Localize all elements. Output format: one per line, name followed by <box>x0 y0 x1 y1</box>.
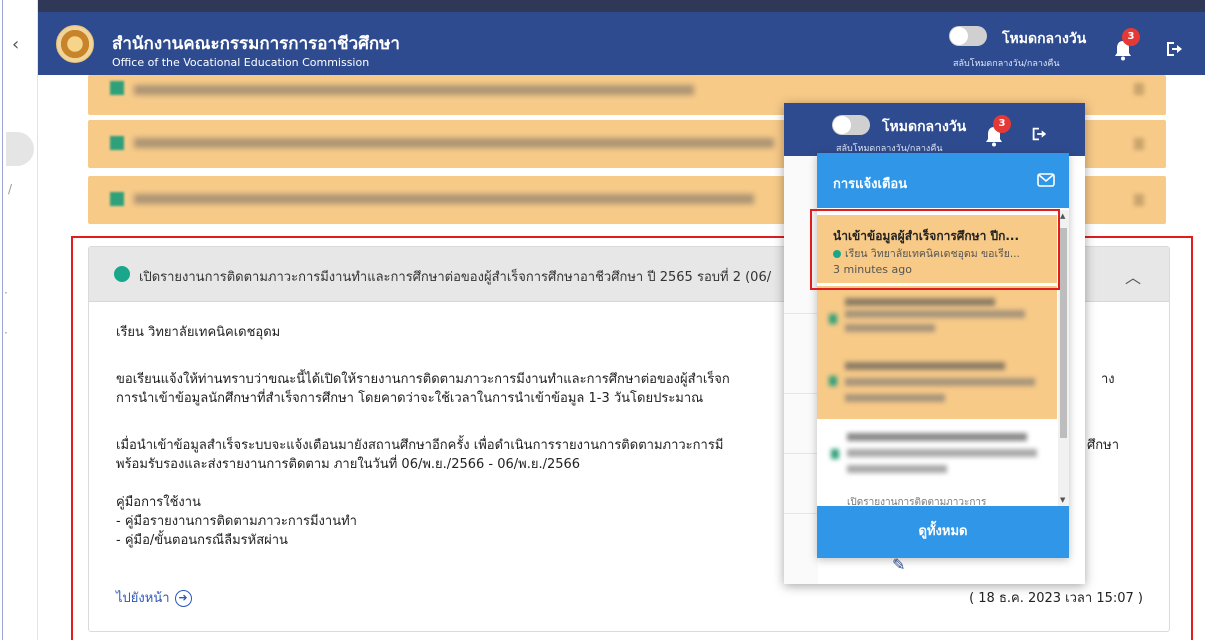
notification-header: การแจ้งเตือน <box>817 153 1069 208</box>
blurred-text <box>845 394 945 402</box>
greeting: เรียน วิทยาลัยเทคนิคเดชอุดม <box>116 325 281 340</box>
blurred-end <box>1134 83 1144 95</box>
mode-sub-label: สลับโหมดกลางวัน/กลางคืน <box>953 59 1060 69</box>
scroll-down-icon[interactable]: ▼ <box>1060 496 1065 504</box>
mode-label: โหมดกลางวัน <box>1002 31 1087 47</box>
notif-badge: 3 <box>993 115 1011 133</box>
paragraph-1-line-2: การนำเข้าข้อมูลนักศึกษาที่สำเร็จการศึกษา… <box>116 391 704 406</box>
status-dot <box>110 81 124 95</box>
notification-item[interactable] <box>817 423 1057 493</box>
post-date: ( 18 ธ.ค. 2023 เวลา 15:07 ) <box>969 591 1143 606</box>
status-dot <box>829 314 837 324</box>
rail-toggle[interactable] <box>6 132 34 166</box>
toggle-knob <box>833 116 851 134</box>
divider <box>784 513 818 514</box>
blurred-end <box>1134 138 1144 150</box>
status-dot <box>110 192 124 206</box>
blurred-text <box>845 310 1025 318</box>
app-header: สำนักงานคณะกรรมการการอาชีวศึกษา Office o… <box>38 12 1205 75</box>
blurred-text <box>847 465 947 473</box>
blurred-text <box>845 362 1005 370</box>
chevron-left-icon[interactable]: ‹ <box>12 34 19 55</box>
popup-header: โหมดกลางวัน สลับโหมดกลางวัน/กลางคืน 3 <box>784 103 1085 156</box>
status-dot <box>829 376 837 386</box>
blurred-text <box>847 433 1027 441</box>
paragraph-1-line-1: ขอเรียนแจ้งให้ท่านทราบว่าขณะนี้ได้เปิดให… <box>116 372 730 387</box>
notification-item[interactable] <box>817 286 1057 419</box>
mail-icon[interactable] <box>1037 172 1055 188</box>
top-strip <box>0 0 1205 12</box>
partial-notification-text: เปิดรายงานการติดตามภาวะการ <box>847 497 987 505</box>
divider <box>784 313 818 314</box>
rail-mark: / <box>8 182 13 196</box>
rail-mark: · <box>4 286 8 300</box>
divider <box>784 393 818 394</box>
go-to-page-link[interactable]: ไปยังหน้า ➜ <box>116 587 192 608</box>
arrow-circle-right-icon: ➜ <box>174 590 192 607</box>
blurred-text <box>845 378 1035 386</box>
blurred-text <box>845 324 935 332</box>
blurred-text <box>845 298 995 306</box>
chevron-up-icon[interactable]: ︿ <box>1125 264 1141 288</box>
header-subtitle: Office of the Vocational Education Commi… <box>112 56 370 69</box>
manual-link-1[interactable]: - คู่มือรายงานการติดตามภาวะการมีงานทำ <box>116 510 357 531</box>
paragraph-2-line-1-end: ศึกษา <box>1087 438 1119 453</box>
notification-title: การแจ้งเตือน <box>833 177 908 192</box>
go-to-page-label: ไปยังหน้า <box>116 591 170 606</box>
blurred-end <box>1134 194 1144 206</box>
page: ‹ / · · สำนักงานคณะกรรมการการอาชีวศึกษา … <box>0 0 1205 640</box>
status-dot <box>114 266 130 282</box>
manual-link-2[interactable]: - คู่มือ/ขั้นตอนกรณีลืมรหัสผ่าน <box>116 529 288 550</box>
scroll-up-icon[interactable]: ▲ <box>1060 212 1065 220</box>
status-dot <box>831 449 839 459</box>
status-dot <box>110 136 124 150</box>
logout-icon[interactable] <box>1164 39 1184 59</box>
blurred-text <box>134 85 694 95</box>
blurred-text <box>134 194 754 204</box>
paragraph-2-line-2: พร้อมรับรองและส่งรายงานการติดตาม ภายในวั… <box>116 457 581 472</box>
logo <box>56 25 94 63</box>
toggle-knob <box>950 27 968 45</box>
header-title: สำนักงานคณะกรรมการการอาชีวศึกษา <box>112 34 400 54</box>
rail-mark: · <box>4 326 8 340</box>
left-rail: ‹ / · · <box>0 0 38 640</box>
card-title: เปิดรายงานการติดตามภาวะการมีงานทำและการศ… <box>139 270 772 285</box>
day-mode-toggle[interactable] <box>949 26 987 46</box>
blurred-text <box>134 138 774 148</box>
day-mode-toggle[interactable] <box>832 115 870 135</box>
notif-badge: 3 <box>1122 28 1140 46</box>
mode-label: โหมดกลางวัน <box>882 119 967 135</box>
divider <box>784 453 818 454</box>
view-all-button[interactable]: ดูทั้งหมด <box>817 506 1069 558</box>
highlight-box <box>810 209 1060 290</box>
manual-title: คู่มือการใช้งาน <box>116 495 201 510</box>
paragraph-2-line-1: เมื่อนำเข้าข้อมูลสำเร็จระบบจะแจ้งเตือนมา… <box>116 438 724 453</box>
blurred-text <box>847 449 1037 457</box>
scroll-thumb[interactable] <box>1060 228 1067 438</box>
rail-edge <box>2 0 3 640</box>
logout-icon[interactable] <box>1030 125 1048 143</box>
paragraph-1-line-1-end: าง <box>1101 372 1115 387</box>
